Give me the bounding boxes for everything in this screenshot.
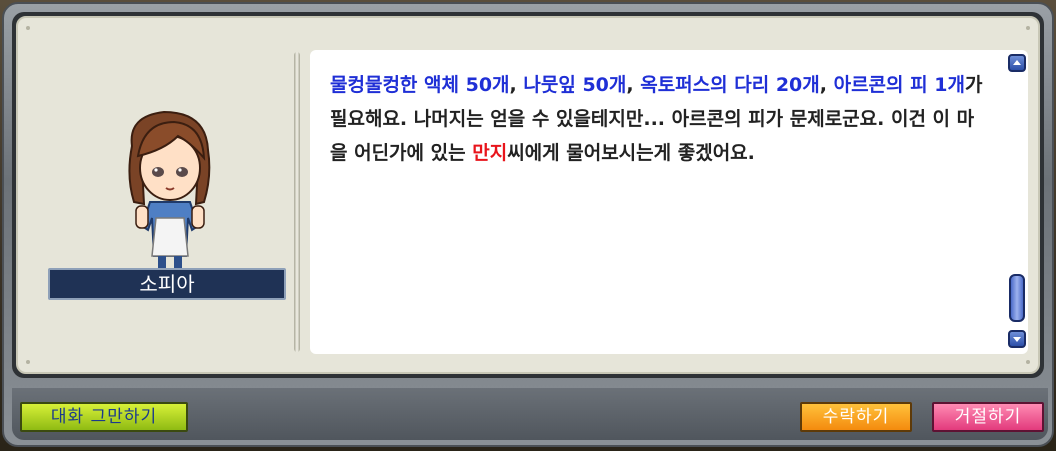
dialog-frame: 소피아 물컹물컹한 액체 50개, 나뭇잎 50개, 옥토퍼스의 다리 20개,…	[12, 12, 1044, 378]
panel-corner-dot	[1026, 26, 1030, 30]
dialog-text-segment: ,	[819, 74, 834, 96]
dialog-text-segment: ,	[509, 74, 524, 96]
dialog-text-segment: 나뭇잎	[523, 74, 583, 96]
dialog-scrollbar[interactable]	[1006, 50, 1028, 354]
panel-divider	[294, 52, 300, 352]
npc-portrait-icon	[128, 110, 211, 276]
dialog-text-segment: 아르콘의 피	[833, 74, 935, 96]
dialog-text-box: 물컹물컹한 액체 50개, 나뭇잎 50개, 옥토퍼스의 다리 20개, 아르콘…	[310, 50, 1028, 354]
dialog-text-segment: 개	[947, 74, 965, 96]
dialog-button-bar: 대화 그만하기 수락하기 거절하기	[12, 388, 1048, 440]
scroll-down-arrow-icon[interactable]	[1008, 330, 1026, 348]
dialog-panel: 소피아 물컹물컹한 액체 50개, 나뭇잎 50개, 옥토퍼스의 다리 20개,…	[16, 16, 1040, 374]
decline-button[interactable]: 거절하기	[932, 402, 1044, 432]
npc-name-plate: 소피아	[48, 268, 286, 300]
panel-corner-dot	[26, 26, 30, 30]
dialog-text-segment: 만지	[472, 142, 508, 164]
dialog-text-segment: ,	[626, 74, 641, 96]
dialog-text-segment: 개	[802, 74, 820, 96]
dialog-text-segment: 물컹물컹한 액체	[330, 74, 466, 96]
dialog-text-segment: 옥토퍼스의 다리	[640, 74, 776, 96]
accept-button[interactable]: 수락하기	[800, 402, 912, 432]
panel-corner-dot	[1026, 360, 1030, 364]
dialog-text-segment: 개	[492, 74, 510, 96]
scrollbar-thumb[interactable]	[1009, 274, 1025, 322]
dialog-text-segment: 50	[465, 74, 493, 96]
panel-corner-dot	[26, 360, 30, 364]
end-chat-button[interactable]: 대화 그만하기	[20, 402, 188, 432]
dialog-text-segment: 씨에게 물어보시는게 좋겠어요.	[507, 142, 755, 164]
scroll-up-arrow-icon[interactable]	[1008, 54, 1026, 72]
dialog-text-segment: 50	[582, 74, 609, 96]
dialog-text: 물컹물컹한 액체 50개, 나뭇잎 50개, 옥토퍼스의 다리 20개, 아르콘…	[330, 68, 990, 170]
npc-dialog-window: 소피아 물컹물컹한 액체 50개, 나뭇잎 50개, 옥토퍼스의 다리 20개,…	[2, 2, 1054, 447]
dialog-text-segment: 20	[775, 74, 803, 96]
dialog-text-segment: 1	[934, 74, 948, 96]
dialog-text-segment: 개	[608, 74, 627, 96]
